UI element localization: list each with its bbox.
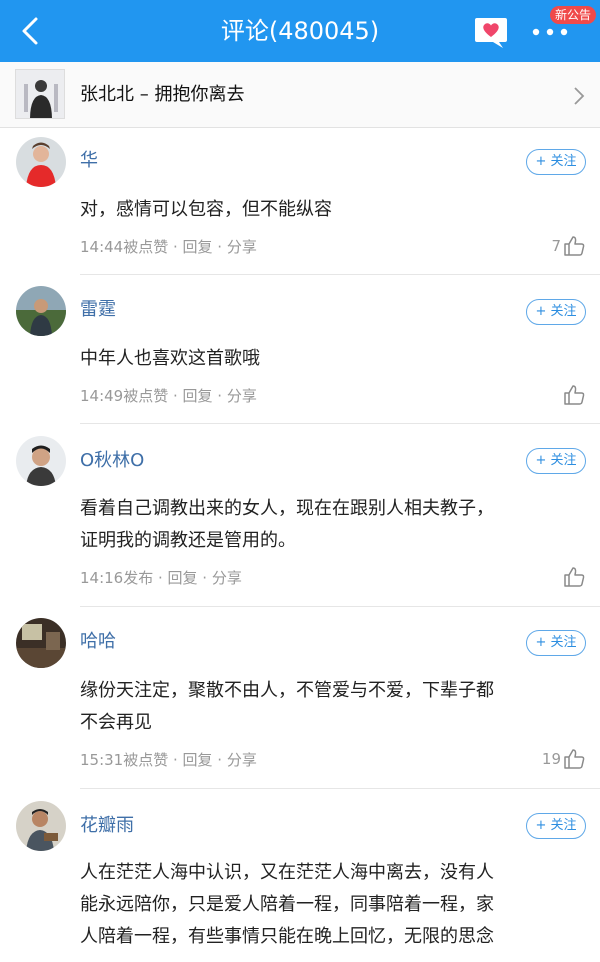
follow-button[interactable]: + 关注 [526,813,586,839]
comment-text: 对，感情可以包容，但不能纵容 [80,199,332,220]
thumbs-up-icon [564,385,585,405]
comment-item: 哈哈 + 关注 缘份天注定，聚散不由人，不管爱与不爱，下辈子都 不会再见 15:… [0,607,600,789]
back-button[interactable] [14,14,50,48]
avatar[interactable] [16,137,66,187]
song-link[interactable]: 张北北 – 拥抱你离去 [0,62,600,128]
comment-item: 华 + 关注 对，感情可以包容，但不能纵容 14:44被点赞 · 回复 · 分享… [0,128,600,275]
like-button[interactable]: 19 [542,747,585,771]
like-button[interactable] [561,383,585,407]
comment-meta: 14:49被点赞 · 回复 · 分享 [80,387,257,405]
more-button[interactable] [530,24,570,38]
comment-item: O秋林O + 关注 看着自己调教出来的女人，现在在跟别人相夫教子， 证明我的调教… [0,424,600,607]
like-button[interactable]: 7 [551,234,585,258]
comment-text: 缘份天注定，聚散不由人，不管爱与不爱，下辈子都 不会再见 [80,680,494,733]
comment-item: 花瓣雨 + 关注 人在茫茫人海中认识，又在茫茫人海中离去，没有人 能永远陪你，只… [0,789,600,962]
username[interactable]: 雷霆 [80,297,116,323]
comment-text: 中年人也喜欢这首歌哦 [80,348,260,369]
username[interactable]: 哈哈 [80,629,116,655]
song-title: 张北北 – 拥抱你离去 [80,84,245,105]
comment-item: 雷霆 + 关注 中年人也喜欢这首歌哦 14:49被点赞 · 回复 · 分享 [0,275,600,424]
avatar[interactable] [16,436,66,486]
comment-meta: 15:31被点赞 · 回复 · 分享 [80,751,257,769]
avatar[interactable] [16,801,66,851]
thumbs-up-icon [564,567,585,587]
like-count: 7 [551,237,561,255]
chevron-right-icon [574,87,585,105]
page-title: 评论(480045) [220,17,380,45]
heart-message-button[interactable] [473,14,509,50]
comment-text: 看着自己调教出来的女人，现在在跟别人相夫教子， 证明我的调教还是管用的。 [80,498,494,551]
username[interactable]: 华 [80,148,98,174]
new-notice-badge[interactable]: 新公告 [550,6,597,24]
follow-button[interactable]: + 关注 [526,630,586,656]
comment-meta: 14:16发布 · 回复 · 分享 [80,569,242,587]
title-bar: 评论(480045) 新公告 [0,0,600,62]
back-icon [22,17,38,45]
thumbs-up-icon [564,236,585,256]
like-count: 19 [541,750,561,768]
comment-meta: 14:44被点赞 · 回复 · 分享 [80,238,257,256]
avatar[interactable] [16,286,66,336]
heart-message-icon [475,18,507,48]
thumbs-up-icon [564,749,585,769]
album-cover [15,69,65,119]
follow-button[interactable]: + 关注 [526,448,586,474]
follow-button[interactable]: + 关注 [526,299,586,325]
follow-button[interactable]: + 关注 [526,149,586,175]
more-icon [532,28,568,36]
username[interactable]: 花瓣雨 [80,813,134,839]
avatar[interactable] [16,618,66,668]
username[interactable]: O秋林O [80,448,144,474]
comment-text: 人在茫茫人海中认识，又在茫茫人海中离去，没有人 能永远陪你，只是爱人陪着一程，同… [80,862,494,947]
like-button[interactable] [561,565,585,589]
